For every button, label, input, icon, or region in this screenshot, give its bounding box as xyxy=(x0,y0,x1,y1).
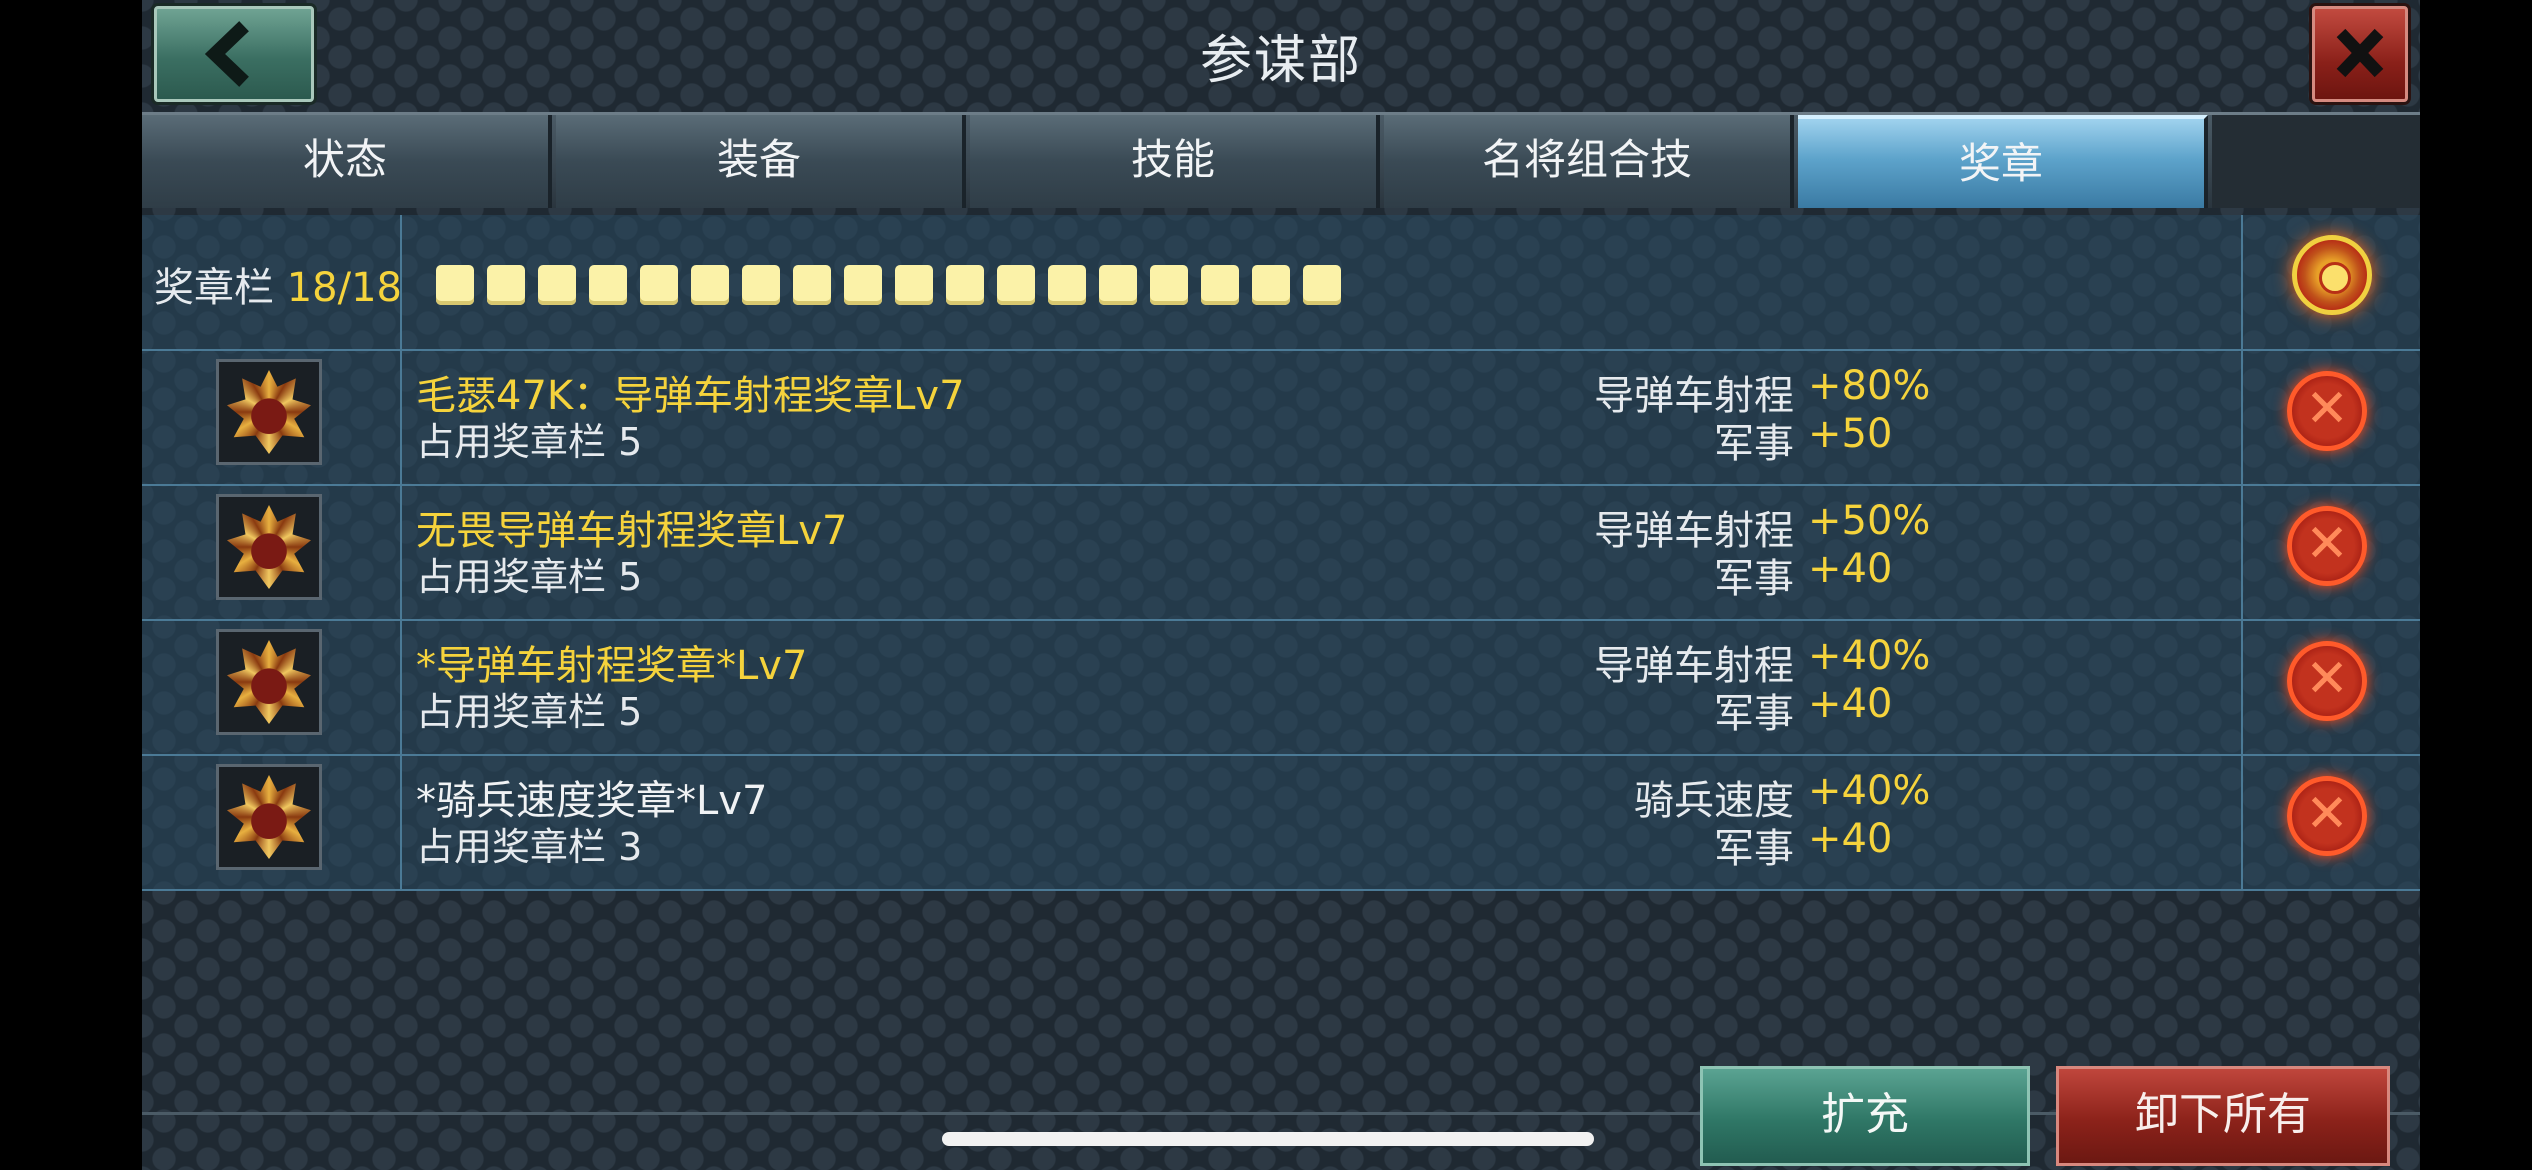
remove-medal-button[interactable]: ✕ xyxy=(2287,641,2367,721)
tab-status[interactable]: 状态 xyxy=(142,115,552,208)
expand-button[interactable]: 扩充 xyxy=(1700,1066,2030,1166)
medal-slot xyxy=(487,265,525,305)
close-button[interactable] xyxy=(2312,6,2408,102)
tab-medals[interactable]: 奖章 xyxy=(1798,115,2208,208)
staff-screen: 参谋部 状态 装备 技能 名将组合技 奖章 奖章栏 18/18 毛瑟47K：导弹… xyxy=(142,0,2420,1170)
medal-slot xyxy=(1303,265,1341,305)
medal-slot xyxy=(538,265,576,305)
medal-slot-usage: 占用奖章栏 5 xyxy=(416,690,643,734)
medal-slot-usage: 占用奖章栏 5 xyxy=(416,555,643,599)
unload-all-button[interactable]: 卸下所有 xyxy=(2056,1066,2390,1166)
tab-combo-skills[interactable]: 名将组合技 xyxy=(1384,115,1794,208)
tab-equipment[interactable]: 装备 xyxy=(556,115,966,208)
medal-slot xyxy=(793,265,831,305)
tab-bar-filler xyxy=(2212,115,2420,208)
medal-slot xyxy=(691,265,729,305)
page-title: 参谋部 xyxy=(1199,31,1362,91)
medal-row: 无畏导弹车射程奖章Lv7 占用奖章栏 5 导弹车射程 +50% 军事 +40 ✕ xyxy=(142,486,2420,621)
remove-medal-button[interactable]: ✕ xyxy=(2287,506,2367,586)
medal-slot xyxy=(640,265,678,305)
medal-row: 毛瑟47K：导弹车射程奖章Lv7 占用奖章栏 5 导弹车射程 +80% 军事 +50… xyxy=(142,351,2420,486)
medal-icon[interactable] xyxy=(216,359,322,465)
tab-bar: 状态 装备 技能 名将组合技 奖章 xyxy=(142,112,2420,208)
medal-slot xyxy=(946,265,984,305)
medal-icon[interactable] xyxy=(216,494,322,600)
tab-skills[interactable]: 技能 xyxy=(970,115,1380,208)
medal-row: *导弹车射程奖章*Lv7 占用奖章栏 5 导弹车射程 +40% 军事 +40 ✕ xyxy=(142,621,2420,756)
medal-slot xyxy=(1048,265,1086,305)
medal-icon[interactable] xyxy=(216,629,322,735)
medal-row: *骑兵速度奖章*Lv7 占用奖章栏 3 骑兵速度 +40% 军事 +40 ✕ xyxy=(142,756,2420,891)
medal-slot xyxy=(997,265,1035,305)
medal-slot xyxy=(895,265,933,305)
medal-slot xyxy=(436,265,474,305)
medal-icon-button[interactable] xyxy=(2292,235,2372,315)
medal-slot-summary: 奖章栏 18/18 xyxy=(142,215,2420,351)
medal-slot-label: 奖章栏 18/18 xyxy=(154,265,402,311)
medal-slot xyxy=(1201,265,1239,305)
medal-slot xyxy=(844,265,882,305)
close-icon xyxy=(2336,28,2384,78)
medal-slot-count: 18/18 xyxy=(286,265,402,311)
medal-slot-usage: 占用奖章栏 5 xyxy=(416,420,643,464)
medal-slot xyxy=(1150,265,1188,305)
medal-slot xyxy=(742,265,780,305)
remove-medal-button[interactable]: ✕ xyxy=(2287,371,2367,451)
medal-icon[interactable] xyxy=(216,764,322,870)
home-indicator[interactable] xyxy=(942,1132,1594,1146)
medal-slot xyxy=(1099,265,1137,305)
medal-slot xyxy=(1252,265,1290,305)
medal-slot-usage: 占用奖章栏 3 xyxy=(416,825,643,869)
medal-slot xyxy=(589,265,627,305)
remove-medal-button[interactable]: ✕ xyxy=(2287,776,2367,856)
